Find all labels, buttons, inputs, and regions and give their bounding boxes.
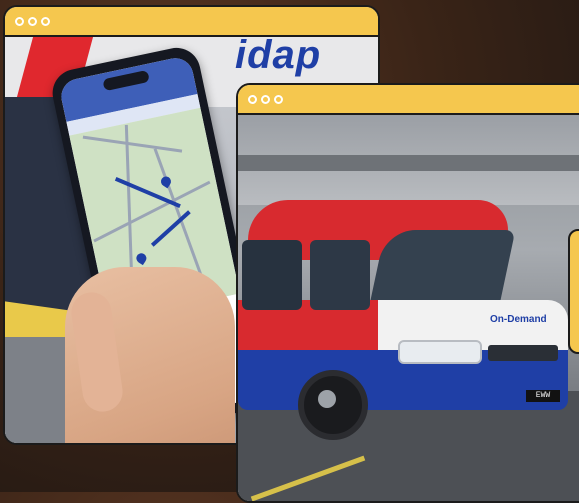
- map-pin-icon[interactable]: [134, 251, 149, 266]
- window-dot-icon[interactable]: [28, 16, 37, 26]
- van-window: [310, 240, 370, 310]
- van-window: [242, 240, 302, 310]
- headlight: [398, 340, 482, 364]
- van-logo-text: On-Demand: [490, 314, 547, 325]
- map-pin-icon[interactable]: [159, 174, 173, 189]
- van-windshield: [370, 230, 516, 300]
- window-titlebar: [238, 85, 579, 115]
- wheel: [298, 370, 368, 440]
- license-plate: EWW: [526, 390, 560, 402]
- on-demand-van: On-Demand EWW: [238, 200, 568, 440]
- brand-fragment: idap: [235, 37, 322, 77]
- window-titlebar: [5, 7, 378, 37]
- window-dot-icon[interactable]: [248, 94, 257, 104]
- overpass: [238, 115, 579, 205]
- grille: [488, 345, 558, 361]
- window-dot-icon[interactable]: [41, 16, 50, 26]
- van-photo-window: On-Demand EWW: [236, 83, 579, 503]
- window-dot-icon[interactable]: [261, 94, 270, 104]
- window-dot-icon[interactable]: [15, 16, 24, 26]
- offscreen-card-edge[interactable]: [568, 229, 579, 354]
- window-dot-icon[interactable]: [274, 94, 283, 104]
- van-photo: On-Demand EWW: [238, 115, 579, 501]
